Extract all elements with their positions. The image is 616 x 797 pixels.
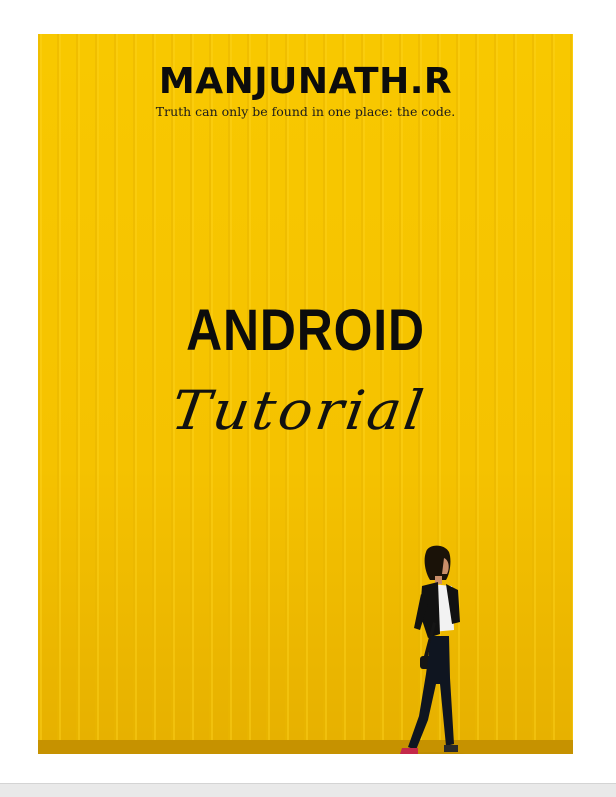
book-title: ANDROID: [186, 298, 425, 363]
viewer-bottom-bar: [0, 783, 616, 797]
walking-woman-illustration: [400, 545, 466, 754]
book-subtitle: Tutorial: [167, 379, 431, 442]
tagline: Truth can only be found in one place: th…: [155, 104, 456, 119]
author-name: MANJUNATH.R: [158, 61, 453, 102]
book-cover: MANJUNATH.R Truth can only be found in o…: [38, 34, 573, 754]
document-page: MANJUNATH.R Truth can only be found in o…: [0, 0, 616, 783]
